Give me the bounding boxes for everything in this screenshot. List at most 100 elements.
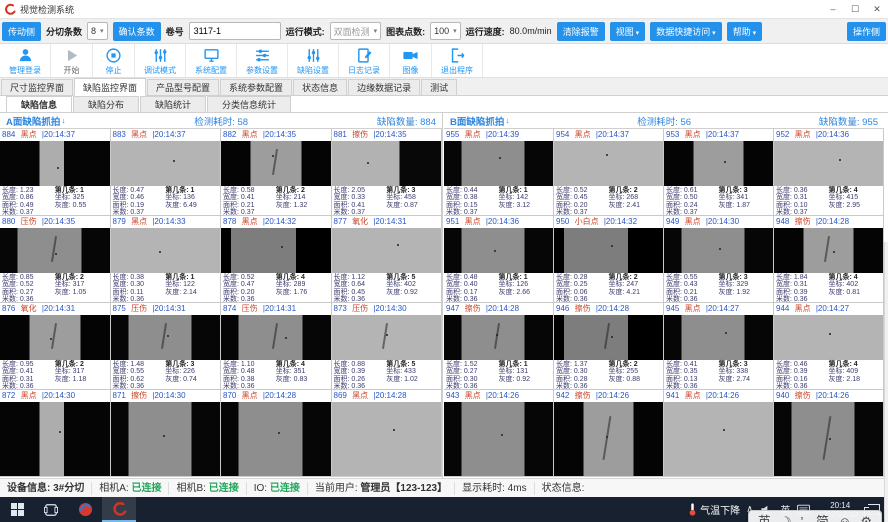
defect-cell[interactable]: 944 黑点 |20:14:27 长度: 0.46 宽度: 0.39 面积: 0…: [774, 303, 884, 390]
defect-image[interactable]: [444, 141, 553, 186]
defect-cell[interactable]: 874 压伤 |20:14:31 长度: 1.10 宽度: 0.48 面积: 0…: [221, 303, 332, 390]
defect-image[interactable]: [774, 402, 883, 477]
ime-simplified-toggle[interactable]: 简: [816, 511, 829, 522]
subtab-defect-statistics[interactable]: 缺陷统计: [140, 96, 206, 112]
tab-status-info[interactable]: 状态信息: [293, 79, 347, 95]
defect-image[interactable]: [664, 402, 773, 477]
punctuation-toggle[interactable]: ’,: [801, 511, 808, 522]
defect-image[interactable]: [221, 141, 331, 186]
defect-cell[interactable]: 881 擦伤 |20:14:35 长度: 2.05 宽度: 0.33 面积: 0…: [332, 129, 443, 216]
minimize-button[interactable]: –: [822, 0, 844, 18]
defect-cell[interactable]: 876 氧化 |20:14:31 长度: 0.95 宽度: 0.41 面积: 0…: [0, 303, 111, 390]
defect-image[interactable]: [111, 141, 221, 186]
taskbar-app-browser[interactable]: [68, 497, 102, 522]
defect-image[interactable]: [111, 402, 221, 477]
defect-image[interactable]: [774, 228, 883, 273]
defect-image[interactable]: [332, 141, 442, 186]
defect-cell[interactable]: 950 小白点 |20:14:32 长度: 0.28 宽度: 0.25 面积: …: [554, 216, 664, 303]
chart-points-select[interactable]: 100▾: [430, 22, 461, 40]
defect-cell[interactable]: 942 擦伤 |20:14:26 长度: 1.43 宽度: 0.28 面积: 0…: [554, 390, 664, 477]
defect-cell[interactable]: 949 黑点 |20:14:30 长度: 0.55 宽度: 0.43 面积: 0…: [664, 216, 774, 303]
exit-program-button[interactable]: 退出程序: [432, 44, 483, 77]
slit-count-select[interactable]: 8▾: [87, 22, 108, 40]
system-config-button[interactable]: 系统配置: [186, 44, 237, 77]
defect-image[interactable]: [774, 315, 883, 360]
defect-image[interactable]: [221, 228, 331, 273]
defect-image[interactable]: [0, 141, 110, 186]
defect-image[interactable]: [664, 141, 773, 186]
defect-cell[interactable]: 945 黑点 |20:14:27 长度: 0.41 宽度: 0.35 面积: 0…: [664, 303, 774, 390]
defect-image[interactable]: [332, 402, 442, 477]
panel-b-title[interactable]: B面缺陷抓拍: [450, 114, 504, 128]
defect-image[interactable]: [664, 228, 773, 273]
parameter-settings-button[interactable]: 参数设置: [237, 44, 288, 77]
taskbar-weather[interactable]: 气温下降: [688, 502, 740, 517]
defect-image[interactable]: [0, 402, 110, 477]
tab-defect-monitor[interactable]: 缺陷监控界面: [74, 78, 146, 96]
task-view-button[interactable]: [34, 497, 68, 522]
defect-cell[interactable]: 875 压伤 |20:14:31 长度: 1.48 宽度: 0.55 面积: 0…: [111, 303, 222, 390]
subtab-class-info-statistics[interactable]: 分类信息统计: [207, 96, 291, 112]
defect-image[interactable]: [774, 141, 883, 186]
tab-test[interactable]: 测试: [421, 79, 457, 95]
gear-icon[interactable]: ⚙: [860, 511, 872, 522]
ime-english-toggle[interactable]: 英: [758, 511, 771, 522]
defect-image[interactable]: [444, 228, 553, 273]
defect-cell[interactable]: 882 黑点 |20:14:35 长度: 0.58 宽度: 0.41 面积: 0…: [221, 129, 332, 216]
defect-cell[interactable]: 940 擦伤 |20:14:26 长度: 1.58 宽度: 0.33 面积: 0…: [774, 390, 884, 477]
defect-image[interactable]: [444, 315, 553, 360]
defect-cell[interactable]: 954 黑点 |20:14:37 长度: 0.52 宽度: 0.45 面积: 0…: [554, 129, 664, 216]
defect-image[interactable]: [444, 402, 553, 477]
taskbar-app-inspection-system[interactable]: [102, 497, 136, 522]
subtab-defect-info[interactable]: 缺陷信息: [6, 96, 72, 112]
defect-cell[interactable]: 955 黑点 |20:14:39 长度: 0.44 宽度: 0.38 面积: 0…: [444, 129, 554, 216]
defect-cell[interactable]: 870 黑点 |20:14:28 长度: 0.51 宽度: 0.44 面积: 0…: [221, 390, 332, 477]
start-button[interactable]: [0, 497, 34, 522]
defect-cell[interactable]: 952 黑点 |20:14:36 长度: 0.36 宽度: 0.31 面积: 0…: [774, 129, 884, 216]
defect-cell[interactable]: 873 压伤 |20:14:30 长度: 0.88 宽度: 0.39 面积: 0…: [332, 303, 443, 390]
defect-cell[interactable]: 879 黑点 |20:14:33 长度: 0.38 宽度: 0.30 面积: 0…: [111, 216, 222, 303]
close-button[interactable]: ✕: [866, 0, 888, 18]
defect-image[interactable]: [221, 315, 331, 360]
drive-side-button[interactable]: 传动侧: [2, 22, 41, 41]
defect-image[interactable]: [0, 315, 110, 360]
defect-image[interactable]: [332, 228, 442, 273]
stop-button[interactable]: 停止: [93, 44, 135, 77]
coil-number-input[interactable]: [189, 22, 281, 40]
debug-mode-button[interactable]: 调试模式: [135, 44, 186, 77]
defect-cell[interactable]: 951 黑点 |20:14:36 长度: 0.48 宽度: 0.40 面积: 0…: [444, 216, 554, 303]
tab-size-monitor[interactable]: 尺寸监控界面: [1, 79, 73, 95]
tab-edge-data-record[interactable]: 边缘数据记录: [348, 79, 420, 95]
clear-alarm-button[interactable]: 清除报警: [557, 22, 605, 41]
defect-cell[interactable]: 871 擦伤 |20:14:30 长度: 1.66 宽度: 0.29 面积: 0…: [111, 390, 222, 477]
defect-image[interactable]: [0, 228, 110, 273]
view-menu-button[interactable]: 视图: [610, 22, 645, 41]
defect-cell[interactable]: 943 黑点 |20:14:26 长度: 0.49 宽度: 0.41 面积: 0…: [444, 390, 554, 477]
image-button[interactable]: 图像: [390, 44, 432, 77]
moon-icon[interactable]: ☽: [780, 511, 792, 522]
defect-cell[interactable]: 883 黑点 |20:14:37 长度: 0.47 宽度: 0.46 面积: 0…: [111, 129, 222, 216]
start-button[interactable]: 开始: [51, 44, 93, 77]
run-mode-select[interactable]: 双面检测▾: [330, 22, 382, 40]
defect-image[interactable]: [664, 315, 773, 360]
defect-image[interactable]: [221, 402, 331, 477]
defect-cell[interactable]: 872 黑点 |20:14:30 长度: 0.42 宽度: 0.36 面积: 0…: [0, 390, 111, 477]
defect-image[interactable]: [554, 228, 663, 273]
defect-image[interactable]: [111, 315, 221, 360]
defect-image[interactable]: [332, 315, 442, 360]
panel-a-title[interactable]: A面缺陷抓拍: [6, 114, 60, 128]
defect-cell[interactable]: 947 擦伤 |20:14:28 长度: 1.52 宽度: 0.27 面积: 0…: [444, 303, 554, 390]
tab-product-model-config[interactable]: 产品型号配置: [147, 79, 219, 95]
defect-cell[interactable]: 880 压伤 |20:14:35 长度: 0.85 宽度: 0.52 面积: 0…: [0, 216, 111, 303]
defect-cell[interactable]: 869 黑点 |20:14:28 长度: 0.39 宽度: 0.33 面积: 0…: [332, 390, 443, 477]
defect-image[interactable]: [554, 141, 663, 186]
defect-cell[interactable]: 941 黑点 |20:14:26 长度: 0.37 宽度: 0.32 面积: 0…: [664, 390, 774, 477]
vertical-scrollbar[interactable]: [884, 242, 888, 522]
subtab-defect-distribution[interactable]: 缺陷分布: [73, 96, 139, 112]
defect-cell[interactable]: 946 擦伤 |20:14:28 长度: 1.37 宽度: 0.30 面积: 0…: [554, 303, 664, 390]
confirm-count-button[interactable]: 确认条数: [113, 22, 161, 41]
help-menu-button[interactable]: 帮助: [727, 22, 762, 41]
operator-side-button[interactable]: 操作侧: [847, 22, 886, 41]
defect-cell[interactable]: 884 黑点 |20:14:37 长度: 1.23 宽度: 0.86 面积: 0…: [0, 129, 111, 216]
log-record-button[interactable]: 日志记录: [339, 44, 390, 77]
